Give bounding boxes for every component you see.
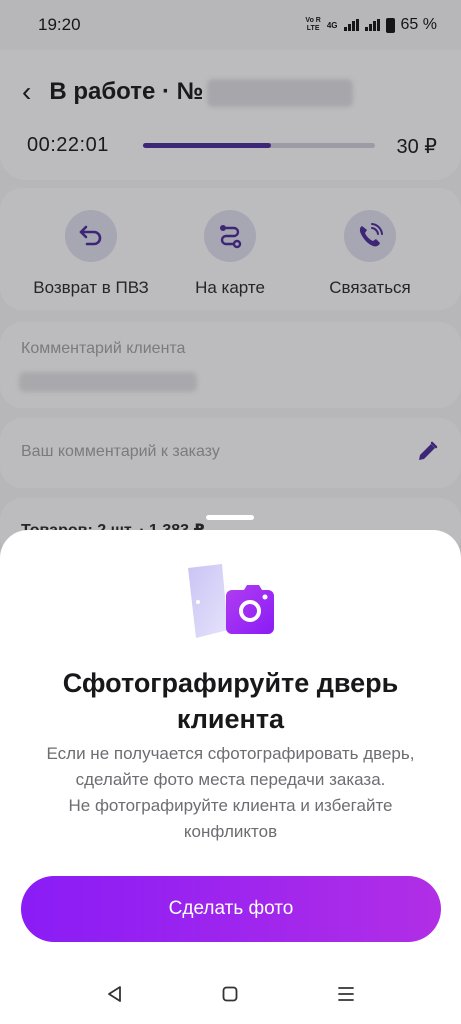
route-icon (204, 210, 256, 262)
description-line: сделайте фото места передачи заказа. (75, 770, 386, 789)
client-comment-redacted (19, 372, 197, 392)
volte-icon: Vo R LTE (305, 17, 321, 32)
order-price: 30 ₽ (396, 136, 437, 158)
home-square-icon[interactable] (216, 980, 244, 1008)
order-title-text: В работе · № (49, 78, 204, 105)
action-on-map[interactable]: На карте (155, 210, 305, 298)
sheet-drag-handle[interactable] (206, 515, 254, 520)
signal-icon (343, 19, 359, 31)
action-label: На карте (195, 278, 265, 297)
client-comment-card: Комментарий клиента (0, 322, 461, 408)
battery-level: 65 % (400, 16, 437, 33)
pencil-icon[interactable] (415, 440, 439, 469)
description-line: конфликтов (183, 822, 278, 841)
action-label: Возврат в ПВЗ (33, 278, 149, 297)
photo-door-bottom-sheet: Сфотографируйте дверь клиента Если не по… (0, 530, 461, 1024)
status-bar: 19:20 Vo R LTE 4G 65 % (0, 0, 461, 50)
network-type: 4G (326, 20, 338, 30)
action-contact[interactable]: Связаться (295, 210, 445, 298)
back-triangle-icon[interactable] (101, 980, 129, 1008)
my-comment-placeholder: Ваш комментарий к заказу (21, 443, 220, 460)
signal-icon-2 (364, 19, 380, 31)
order-title: В работе · № (49, 78, 354, 107)
status-time: 19:20 (38, 15, 81, 34)
client-comment-label: Комментарий клиента (21, 340, 186, 357)
system-nav-bar (0, 964, 461, 1024)
timer-progress-bar (143, 143, 375, 148)
back-arrow-icon[interactable]: ‹ (22, 78, 31, 106)
door-camera-icon (184, 564, 276, 640)
action-return-to-pickup[interactable]: Возврат в ПВЗ (16, 210, 166, 298)
battery-icon (385, 17, 395, 33)
order-header-card: ‹ В работе · № 00:22:01 30 ₽ (0, 50, 461, 180)
phone-call-icon (344, 210, 396, 262)
order-number-redacted (207, 78, 354, 107)
my-comment-field[interactable]: Ваш комментарий к заказу (0, 418, 461, 488)
header-row: ‹ В работе · № (22, 78, 354, 107)
return-arrow-icon (65, 210, 117, 262)
menu-lines-icon[interactable] (332, 980, 360, 1008)
timer-progress-fill (143, 143, 271, 148)
take-photo-button[interactable]: Сделать фото (21, 876, 441, 942)
description-line: Не фотографируйте клиента и избегайте (68, 796, 393, 815)
sheet-title: Сфотографируйте дверь клиента (62, 668, 399, 734)
order-timer: 00:22:01 (27, 134, 109, 156)
status-icons: Vo R LTE 4G 65 % (305, 16, 437, 34)
sheet-description: Если не получается сфотографировать двер… (0, 741, 461, 845)
actions-card: Возврат в ПВЗ На карте Связаться (0, 188, 461, 310)
action-label: Связаться (329, 278, 411, 297)
description-line: Если не получается сфотографировать двер… (46, 744, 415, 763)
